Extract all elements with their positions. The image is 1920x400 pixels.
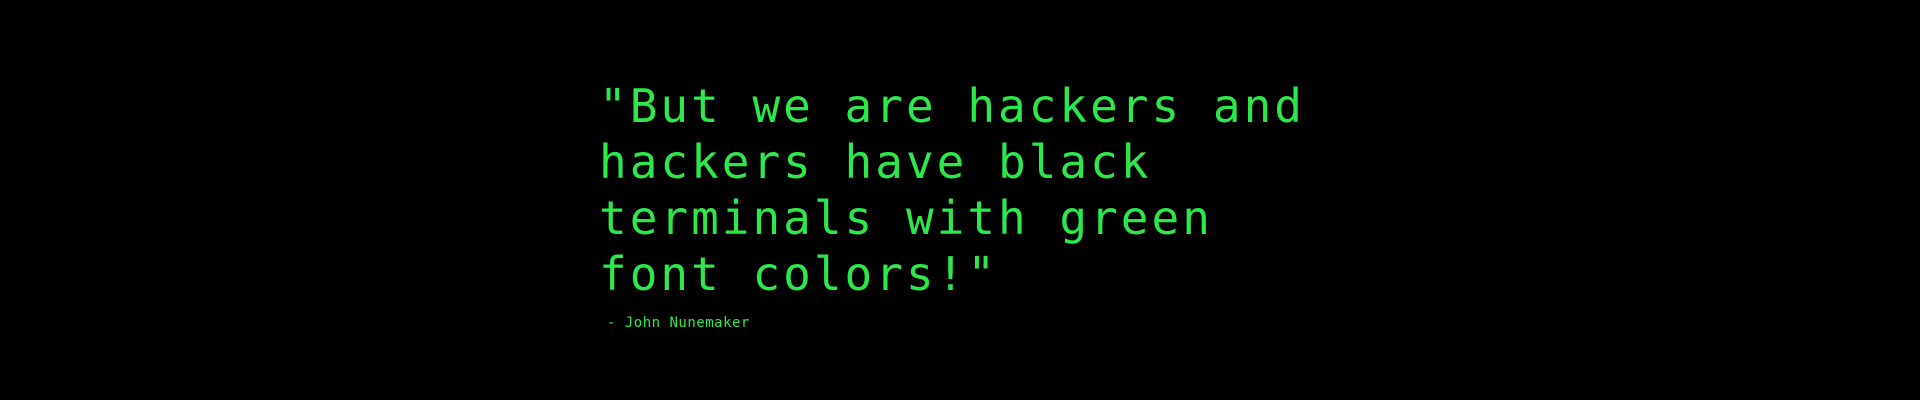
terminal-screen: "But we are hackers and hackers have bla… bbox=[0, 0, 1920, 400]
quote-attribution: - John Nunemaker bbox=[607, 315, 750, 331]
quote-block: "But we are hackers and hackers have bla… bbox=[599, 78, 1319, 332]
quote-line-2: hackers have black bbox=[599, 135, 1152, 189]
quote-line-3: terminals with green bbox=[599, 191, 1213, 245]
quote-line-4: font colors!" bbox=[599, 247, 999, 301]
quote-line-1: "But we are hackers and bbox=[599, 79, 1305, 133]
